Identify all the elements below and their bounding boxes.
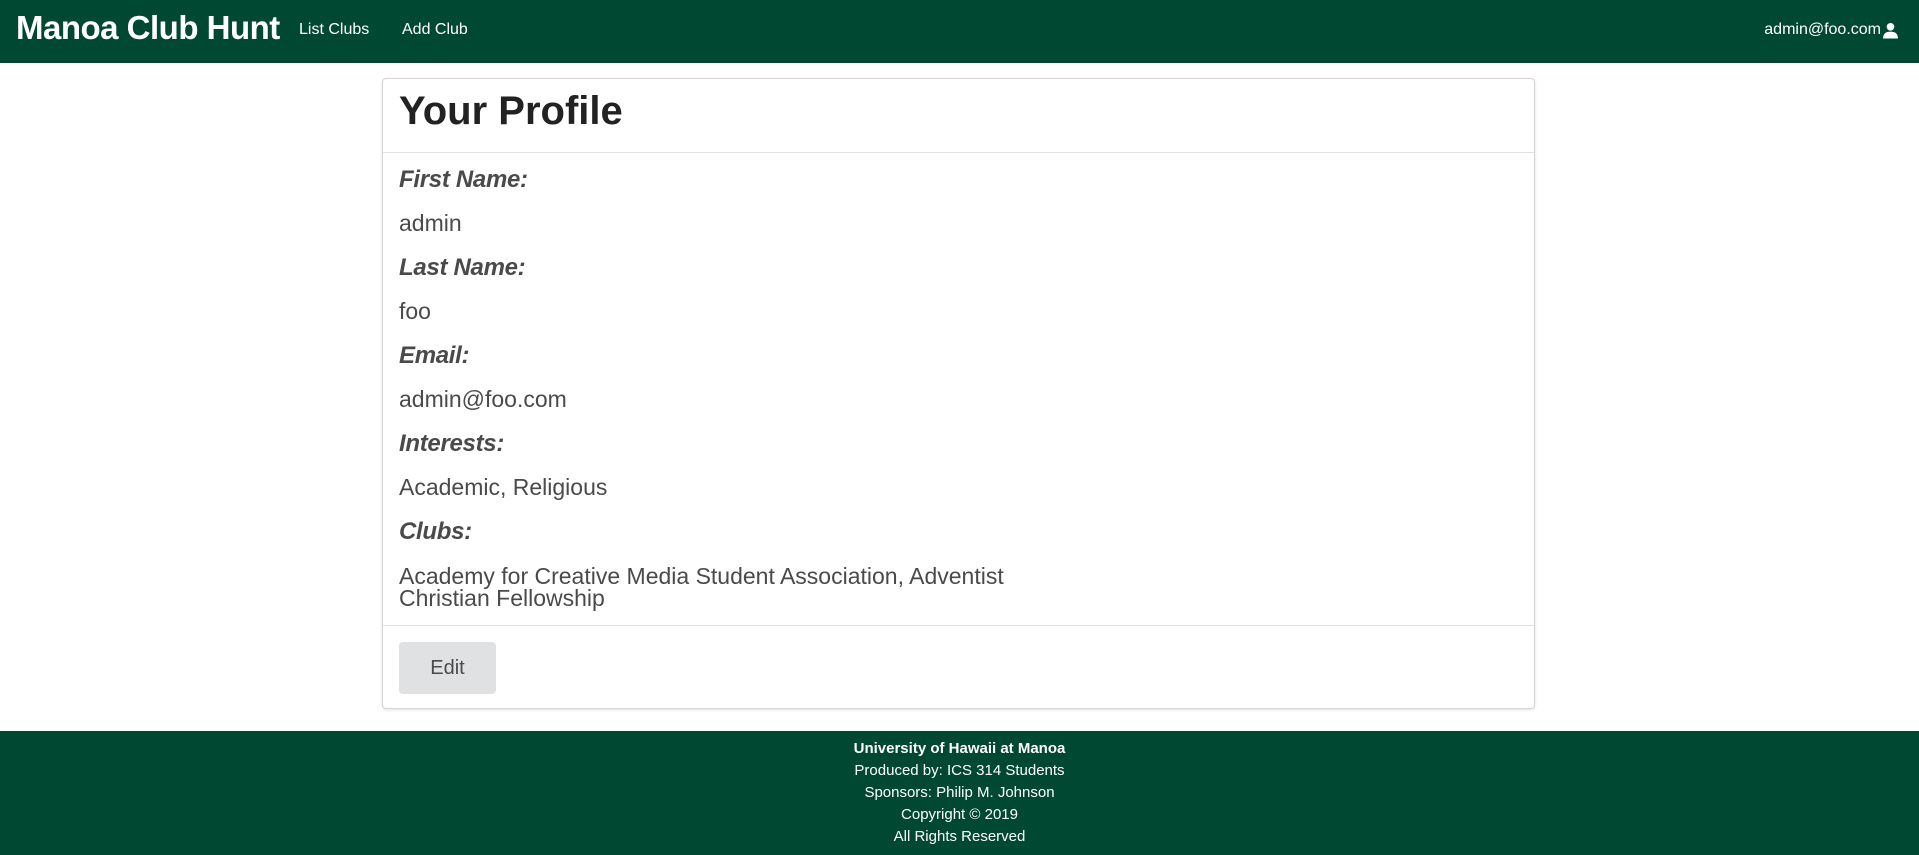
last-name-value: foo [399,298,431,324]
footer-copyright: Copyright © 2019 [901,806,1018,823]
interests-label: Interests: [399,430,505,457]
user-icon [1882,22,1899,39]
email-label: Email: [399,342,470,369]
first-name-value: admin [399,210,462,236]
first-name-label: First Name: [399,166,528,193]
brand-link[interactable]: Manoa Club Hunt [16,9,280,47]
card-footer: Edit [383,625,1534,709]
footer-university: University of Hawaii at Manoa [853,740,1066,757]
interests-value: Academic, Religious [399,474,608,500]
user-menu[interactable]: admin@foo.com [1764,21,1899,39]
card-header: Your Profile [383,79,1534,153]
clubs-label: Clubs: [399,518,472,545]
clubs-value: Academy for Creative Media Student Assoc… [399,563,1004,611]
nav-list-clubs[interactable]: List Clubs [299,21,369,39]
profile-card: Your Profile First Name: admin Last Name… [382,78,1535,709]
top-navbar: Manoa Club Hunt List Clubs Add Club admi… [0,0,1919,63]
last-name-label: Last Name: [399,254,526,281]
footer-rights: All Rights Reserved [893,828,1026,845]
footer-sponsors: Sponsors: Philip M. Johnson [864,784,1055,801]
edit-button[interactable]: Edit [399,642,496,694]
page-title: Your Profile [399,89,623,133]
footer-produced-by: Produced by: ICS 314 Students [854,762,1065,779]
user-email: admin@foo.com [1764,21,1881,38]
email-value: admin@foo.com [399,386,567,412]
nav-add-club[interactable]: Add Club [402,21,468,39]
page-footer: University of Hawaii at Manoa Produced b… [0,731,1919,855]
